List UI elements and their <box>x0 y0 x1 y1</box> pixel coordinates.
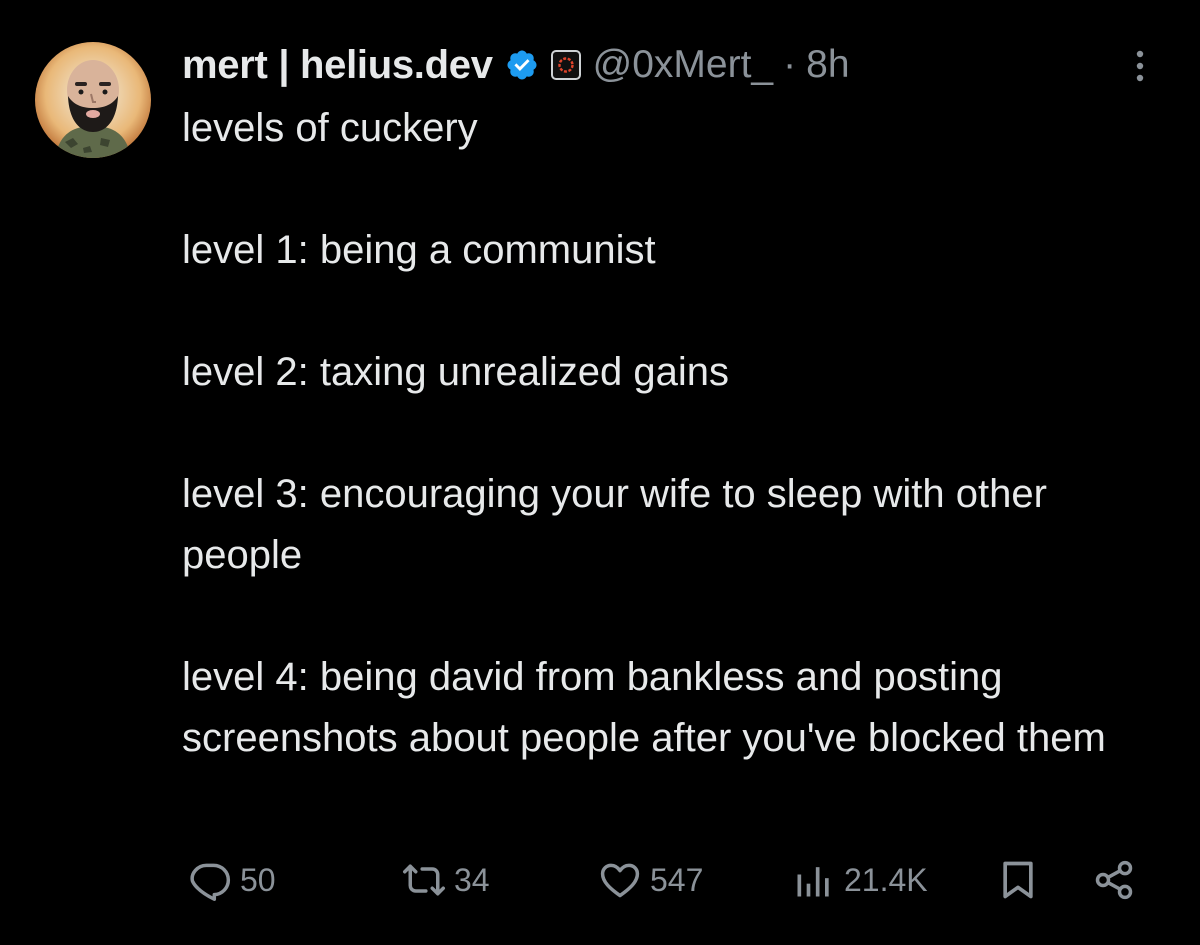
reply-button[interactable]: 50 <box>188 856 276 904</box>
like-count: 547 <box>650 861 704 898</box>
separator-dot: · <box>783 43 797 86</box>
more-options-icon[interactable] <box>1128 46 1152 86</box>
reply-count: 50 <box>240 861 276 898</box>
avatar-image <box>55 60 131 158</box>
tweet-paragraph: level 1: being a communist <box>182 228 656 272</box>
tweet-paragraph: level 3: encouraging your wife to sleep … <box>182 472 1047 577</box>
share-button[interactable] <box>1092 856 1136 904</box>
like-button[interactable]: 547 <box>598 856 703 904</box>
tweet-paragraph: level 4: being david from bankless and p… <box>182 655 1106 760</box>
heart-icon <box>598 858 642 902</box>
affiliate-badge-icon[interactable] <box>550 50 581 80</box>
tweet-text: levels of cuckery level 1: being a commu… <box>182 98 1172 769</box>
verified-badge-icon <box>505 48 539 82</box>
post-time[interactable]: 8h <box>806 43 849 87</box>
tweet: mert | helius.dev @0xMert_ · 8h levels o… <box>0 0 1200 945</box>
retweet-button[interactable]: 34 <box>402 856 490 904</box>
tweet-paragraph: levels of cuckery <box>182 106 478 150</box>
tweet-paragraph: level 2: taxing unrealized gains <box>182 350 730 394</box>
reply-icon <box>188 858 232 902</box>
retweet-count: 34 <box>454 861 490 898</box>
bookmark-icon <box>996 858 1040 902</box>
views-count: 21.4K <box>844 861 928 898</box>
views-chart-icon <box>792 858 836 902</box>
user-handle[interactable]: @0xMert_ <box>593 43 773 87</box>
display-name[interactable]: mert | helius.dev <box>182 43 493 88</box>
avatar[interactable] <box>35 42 151 158</box>
action-bar: 50 34 547 21.4K <box>0 850 1200 910</box>
tweet-header: mert | helius.dev @0xMert_ · 8h <box>182 38 850 92</box>
bookmark-button[interactable] <box>996 856 1040 904</box>
views-button[interactable]: 21.4K <box>792 856 928 904</box>
retweet-icon <box>402 858 446 902</box>
share-icon <box>1092 858 1136 902</box>
